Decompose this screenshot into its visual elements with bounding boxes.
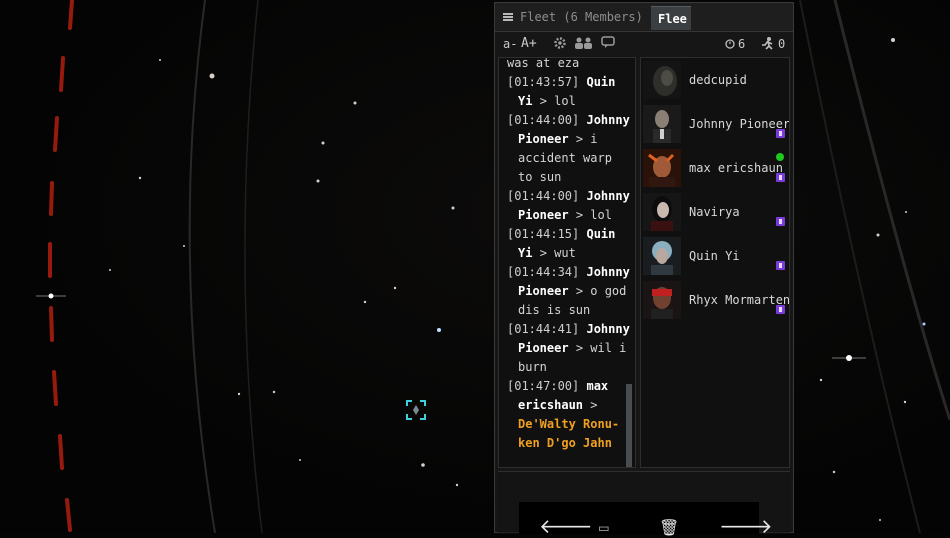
- member-name: Quin Yi: [689, 249, 740, 263]
- message-list: was at eza [01:43:57] Quin Yi > lol [01:…: [507, 57, 631, 453]
- avatar[interactable]: [643, 61, 681, 99]
- message-timestamp: [01:43:57]: [507, 75, 580, 89]
- message-text: > wut: [539, 246, 576, 260]
- message-entry: was at eza: [507, 57, 580, 70]
- message-timestamp: [01:44:15]: [507, 227, 580, 241]
- navigation-bar: 🡐 ▭ 🗑 🡒: [519, 502, 773, 537]
- gear-icon[interactable]: [553, 36, 567, 53]
- member-row[interactable]: Rhyx Mormartenc: [641, 279, 789, 323]
- tab-fleet[interactable]: Flee: [651, 6, 691, 30]
- tab-fleet-label: Flee: [658, 12, 687, 26]
- message-timestamp: [01:44:00]: [507, 113, 580, 127]
- member-row[interactable]: dedcupid: [641, 59, 789, 103]
- message-highlight-text[interactable]: De'Walty Ronu-ken D'go Jahn: [518, 417, 619, 450]
- fleet-chat-window[interactable]: Fleet (6 Members) / Flee a- A+ 6 0 was a…: [494, 2, 794, 537]
- avatar[interactable]: [643, 193, 681, 231]
- timer-icon: [725, 37, 735, 52]
- message-timestamp: [01:44:34]: [507, 265, 580, 279]
- message-entry: [01:44:34] Johnny Pioneer > o god dis is…: [507, 263, 631, 320]
- target-bracket-icon[interactable]: [405, 399, 427, 421]
- chat-header[interactable]: Fleet (6 Members) / Flee: [495, 3, 793, 32]
- message-scrollbar[interactable]: [626, 384, 632, 467]
- speech-bubble-icon[interactable]: [601, 36, 615, 52]
- warp-trail: [48, 0, 74, 532]
- avatar[interactable]: [643, 105, 681, 143]
- online-status-dot: [776, 153, 784, 161]
- member-row[interactable]: Navirya: [641, 191, 789, 235]
- member-row[interactable]: max ericshaun: [641, 147, 789, 191]
- font-bigger-button[interactable]: A+: [521, 36, 537, 51]
- message-text: > lol: [539, 94, 576, 108]
- member-list[interactable]: dedcupid Johnny Pioneer max ericshaun Na…: [640, 57, 790, 468]
- lock-icon: [776, 217, 785, 226]
- lock-icon: [776, 305, 785, 314]
- member-name: Navirya: [689, 205, 740, 219]
- message-timestamp: [01:44:41]: [507, 322, 580, 336]
- forward-arrow-icon[interactable]: 🡒: [719, 516, 773, 536]
- message-timestamp: [01:44:00]: [507, 189, 580, 203]
- message-entry: [01:43:57] Quin Yi > lol: [507, 73, 631, 111]
- lower-panel: 🡐 ▭ 🗑 🡒: [498, 471, 790, 537]
- message-log[interactable]: was at eza [01:43:57] Quin Yi > lol [01:…: [498, 57, 636, 468]
- space-background[interactable]: [0, 0, 950, 533]
- members-icon[interactable]: [574, 37, 594, 52]
- chat-toolbar: a- A+ 6 0: [495, 32, 793, 56]
- menu-icon[interactable]: [503, 13, 513, 21]
- message-timestamp: [01:47:00]: [507, 379, 580, 393]
- channel-title: Fleet (6 Members) /: [520, 10, 658, 24]
- member-name: Johnny Pioneer: [689, 117, 790, 131]
- avatar[interactable]: [643, 281, 681, 319]
- message-entry: [01:47:00] max ericshaun > De'Walty Ronu…: [507, 377, 631, 453]
- message-text: >: [590, 398, 598, 412]
- timer-count: 6: [738, 37, 746, 51]
- message-entry: [01:44:00] Johnny Pioneer > i accident w…: [507, 111, 631, 187]
- save-icon[interactable]: ▭: [599, 518, 609, 538]
- lock-icon: [776, 173, 785, 182]
- pilot-icon: [760, 36, 774, 53]
- member-name: max ericshaun: [689, 161, 783, 175]
- lock-icon: [776, 261, 785, 270]
- message-entry: [01:44:00] Johnny Pioneer > lol: [507, 187, 631, 225]
- member-name: dedcupid: [689, 73, 747, 87]
- back-arrow-icon[interactable]: 🡐: [539, 516, 593, 536]
- trash-icon[interactable]: 🗑: [659, 518, 679, 538]
- avatar[interactable]: [643, 237, 681, 275]
- member-row[interactable]: Quin Yi: [641, 235, 789, 279]
- member-name: Rhyx Mormartenc: [689, 293, 790, 307]
- pilot-count: 0: [778, 37, 786, 51]
- message-entry: [01:44:15] Quin Yi > wut: [507, 225, 631, 263]
- message-entry: [01:44:41] Johnny Pioneer > wil i burn: [507, 320, 631, 377]
- font-smaller-button[interactable]: a-: [503, 37, 517, 51]
- avatar[interactable]: [643, 149, 681, 187]
- message-text: > lol: [575, 208, 612, 222]
- lock-icon: [776, 129, 785, 138]
- starfield: [36, 0, 950, 533]
- member-row[interactable]: Johnny Pioneer: [641, 103, 789, 147]
